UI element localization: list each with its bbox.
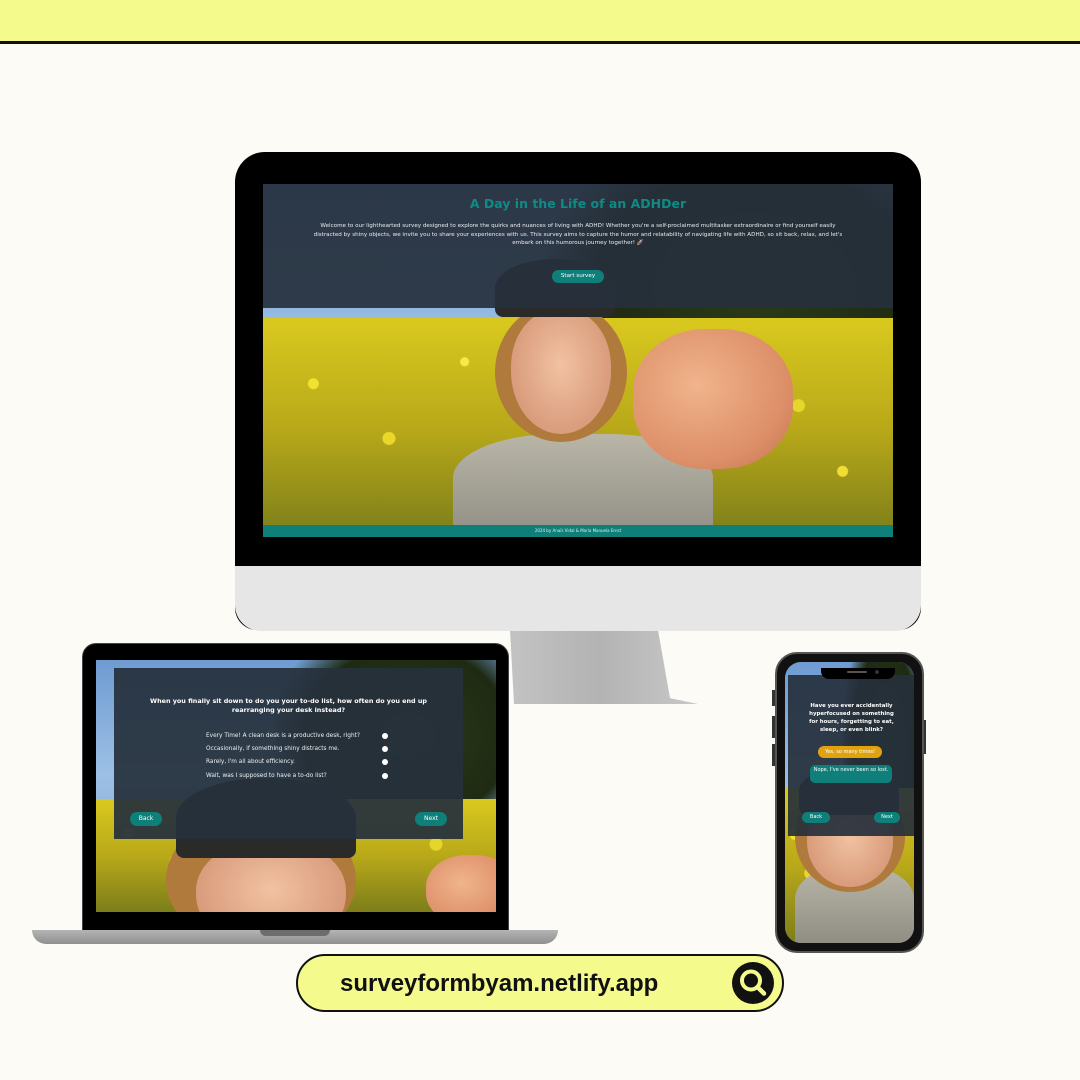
answer-option[interactable]: Rarely, I'm all about efficiency. bbox=[206, 756, 396, 769]
answer-yes-button[interactable]: Yes, so many times! bbox=[818, 746, 882, 758]
answer-option[interactable]: Occasionally, if something shiny distrac… bbox=[206, 743, 396, 756]
laptop-screen: When you finally sit down to do you your… bbox=[96, 660, 496, 912]
back-button[interactable]: Back bbox=[802, 812, 830, 823]
radio-button[interactable] bbox=[382, 746, 388, 753]
radio-button[interactable] bbox=[382, 759, 388, 766]
question-card: Have you ever accidentally hyperfocused … bbox=[788, 675, 914, 836]
top-banner bbox=[0, 0, 1080, 44]
phone-screen: Have you ever accidentally hyperfocused … bbox=[785, 662, 914, 943]
monitor-stand bbox=[498, 630, 698, 704]
answer-option-label: Every Time! A clean desk is a productive… bbox=[206, 733, 360, 739]
next-button[interactable]: Next bbox=[415, 812, 447, 826]
url-bar[interactable]: surveyformbyam.netlify.app bbox=[296, 954, 784, 1012]
question-card: When you finally sit down to do you your… bbox=[114, 668, 463, 839]
answer-option-label: Rarely, I'm all about efficiency. bbox=[206, 759, 295, 766]
monitor-chin bbox=[235, 566, 921, 631]
answer-option-label: Occasionally, if something shiny distrac… bbox=[206, 746, 340, 753]
question-text: When you finally sit down to do you your… bbox=[150, 697, 427, 715]
back-button[interactable]: Back bbox=[130, 812, 162, 826]
laptop-hinge-notch bbox=[260, 930, 330, 936]
desktop-screen: A Day in the Life of an ADHDer Welcome t… bbox=[263, 184, 893, 537]
camera-icon bbox=[875, 670, 879, 674]
page-footer: 2024 by Anaïs Vidal & María Manuela Erns… bbox=[263, 525, 893, 537]
phone: Have you ever accidentally hyperfocused … bbox=[775, 652, 924, 953]
next-button[interactable]: Next bbox=[874, 812, 900, 823]
answer-options: Every Time! A clean desk is a productive… bbox=[206, 730, 396, 783]
search-icon[interactable] bbox=[732, 962, 774, 1004]
desktop-monitor: A Day in the Life of an ADHDer Welcome t… bbox=[235, 152, 921, 630]
radio-button[interactable] bbox=[382, 733, 388, 739]
speaker-icon bbox=[847, 671, 867, 673]
answer-option[interactable]: Wait, was I supposed to have a to-do lis… bbox=[206, 770, 396, 783]
answer-option-label: Wait, was I supposed to have a to-do lis… bbox=[206, 772, 327, 779]
intro-description: Welcome to our lighthearted survey desig… bbox=[313, 223, 843, 247]
phone-notch bbox=[821, 668, 895, 679]
laptop: When you finally sit down to do you your… bbox=[82, 643, 509, 931]
answer-no-button[interactable]: Nope, I've never been so lost. bbox=[810, 765, 892, 783]
radio-button[interactable] bbox=[382, 772, 388, 779]
start-survey-button[interactable]: Start survey bbox=[552, 270, 604, 283]
page-title: A Day in the Life of an ADHDer bbox=[469, 196, 687, 211]
question-text: Have you ever accidentally hyperfocused … bbox=[809, 703, 894, 733]
answer-option[interactable]: Every Time! A clean desk is a productive… bbox=[206, 730, 396, 743]
url-text: surveyformbyam.netlify.app bbox=[340, 970, 659, 997]
